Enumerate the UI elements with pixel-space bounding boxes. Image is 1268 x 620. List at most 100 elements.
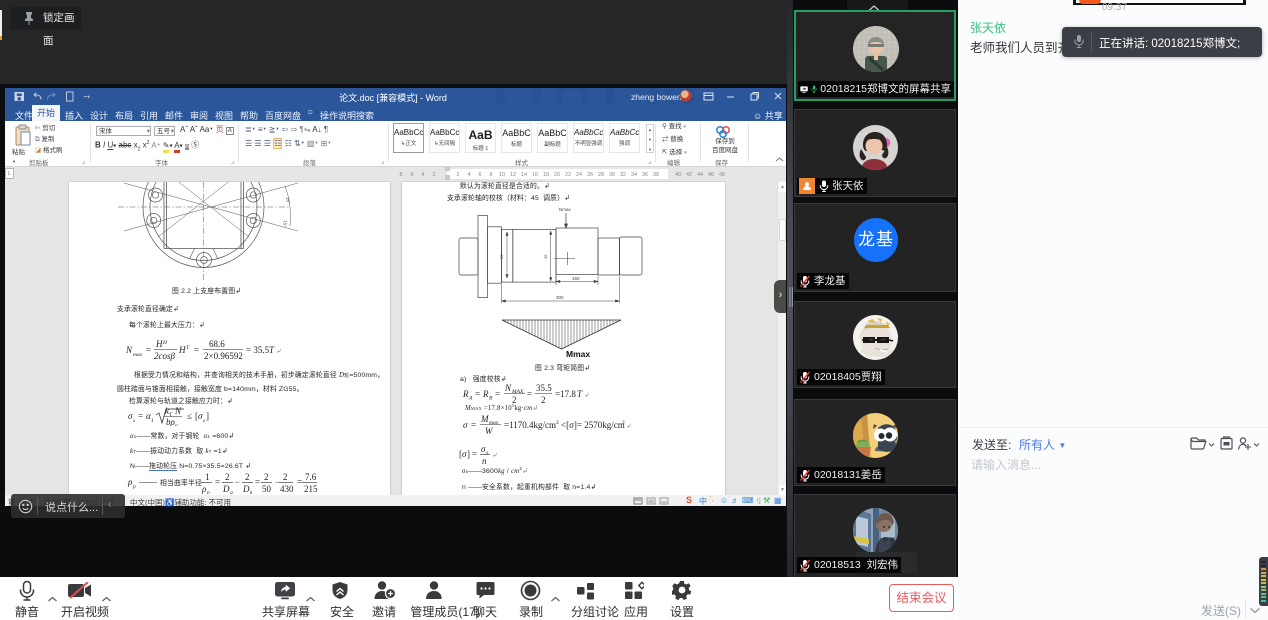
svg-text:22: 22 <box>565 172 571 178</box>
svg-text:2: 2 <box>245 472 250 482</box>
svg-text:=: = <box>297 477 302 487</box>
svg-text:215: 215 <box>304 484 318 494</box>
svg-text:2: 2 <box>622 420 625 426</box>
svg-text:1: 1 <box>205 472 210 482</box>
svg-text:=: = <box>475 389 480 399</box>
svg-text:4: 4 <box>421 172 424 178</box>
svg-text:14: 14 <box>521 172 527 178</box>
svg-text:W: W <box>485 426 494 436</box>
svg-text:σ: σ <box>463 420 468 430</box>
svg-text:2×0.96592: 2×0.96592 <box>204 351 243 361</box>
svg-text:g: g <box>230 490 233 494</box>
svg-text:H: H <box>178 345 186 355</box>
svg-text:−: − <box>235 477 240 487</box>
svg-text:H: H <box>155 339 163 349</box>
svg-text:<[σ]= 2570kg/cm: <[σ]= 2570kg/cm <box>561 420 625 430</box>
svg-text:D: D <box>242 484 250 494</box>
svg-text:n: n <box>482 456 487 464</box>
svg-text:R: R <box>482 389 489 399</box>
svg-text:2: 2 <box>456 172 459 178</box>
svg-text:26: 26 <box>587 172 593 178</box>
svg-text:↲: ↲ <box>276 348 281 355</box>
svg-text:68.6: 68.6 <box>209 339 225 349</box>
svg-text:R: R <box>462 389 469 399</box>
svg-text:7.6: 7.6 <box>305 472 317 482</box>
svg-text:430: 430 <box>280 484 294 494</box>
svg-text:12: 12 <box>510 172 516 178</box>
svg-text:2cosβ: 2cosβ <box>154 351 175 361</box>
svg-text:k: k <box>250 490 253 494</box>
svg-text:=: = <box>255 477 260 487</box>
svg-text:2: 2 <box>283 472 288 482</box>
svg-text:34: 34 <box>631 172 637 178</box>
svg-text:32: 32 <box>620 172 626 178</box>
svg-text:D: D <box>222 484 230 494</box>
svg-text:95: 95 <box>499 254 504 259</box>
svg-text:=: = <box>472 449 477 459</box>
svg-text:]: ] <box>206 411 209 421</box>
svg-text:T: T <box>269 345 275 355</box>
svg-text:6: 6 <box>410 172 413 178</box>
svg-text:max: max <box>133 352 143 358</box>
svg-text:=: = <box>471 420 476 430</box>
svg-text:=17.8: =17.8 <box>555 389 576 399</box>
svg-text:M: M <box>480 414 489 424</box>
svg-text:15°: 15° <box>282 220 288 228</box>
svg-text:s: s <box>133 418 135 424</box>
svg-text:——: —— <box>138 477 158 487</box>
svg-text:36: 36 <box>642 172 648 178</box>
svg-text:44: 44 <box>697 172 703 178</box>
svg-text:38: 38 <box>653 172 659 178</box>
svg-text:A: A <box>468 396 473 402</box>
svg-text:2: 2 <box>432 172 435 178</box>
svg-text:8: 8 <box>399 172 402 178</box>
svg-text:N: N <box>504 383 512 393</box>
svg-text:48: 48 <box>719 172 725 178</box>
svg-text:=: = <box>215 477 220 487</box>
svg-text:45: 45 <box>543 254 548 259</box>
svg-text:42: 42 <box>686 172 692 178</box>
svg-text:10: 10 <box>499 172 505 178</box>
svg-text:s: s <box>203 418 205 424</box>
svg-text:p: p <box>206 490 210 494</box>
svg-text:↲: ↲ <box>584 392 589 399</box>
svg-text:H: H <box>162 340 168 346</box>
svg-text:=: = <box>495 389 500 399</box>
svg-text:=1170.4kg/cm: =1170.4kg/cm <box>504 420 556 430</box>
svg-text:35.5: 35.5 <box>536 383 552 393</box>
svg-text:18: 18 <box>543 172 549 178</box>
svg-text:4: 4 <box>467 172 470 178</box>
svg-text:=: = <box>527 389 532 399</box>
svg-text:2: 2 <box>264 472 269 482</box>
svg-text:= 35.5: = 35.5 <box>246 345 270 355</box>
svg-text:↲: ↲ <box>492 452 497 459</box>
svg-text:2: 2 <box>556 420 559 426</box>
svg-text:8: 8 <box>489 172 492 178</box>
svg-text:=: = <box>138 411 143 421</box>
svg-text:1: 1 <box>151 418 154 424</box>
svg-text:B: B <box>489 396 493 402</box>
svg-text:300: 300 <box>556 295 564 300</box>
svg-text:p: p <box>132 484 136 490</box>
svg-text:16: 16 <box>532 172 538 178</box>
svg-text:24: 24 <box>576 172 582 178</box>
svg-text:40: 40 <box>675 172 681 178</box>
svg-text:=: = <box>194 345 199 355</box>
svg-text:20: 20 <box>554 172 560 178</box>
svg-text:2: 2 <box>225 472 230 482</box>
svg-text:28: 28 <box>598 172 604 178</box>
svg-text:Nmax: Nmax <box>559 207 572 212</box>
svg-text:N: N <box>125 345 133 355</box>
svg-text:2: 2 <box>541 395 546 405</box>
svg-text:6: 6 <box>478 172 481 178</box>
svg-text:30: 30 <box>609 172 615 178</box>
svg-text:]: ] <box>467 449 470 459</box>
svg-text:↲: ↲ <box>626 423 631 430</box>
svg-text:p: p <box>174 423 178 426</box>
svg-text:50: 50 <box>262 484 272 494</box>
svg-text:N: N <box>174 406 182 416</box>
svg-text:=: = <box>146 345 151 355</box>
svg-text:T: T <box>186 345 190 351</box>
svg-text:≤: ≤ <box>187 411 192 421</box>
svg-text:T: T <box>577 389 583 399</box>
